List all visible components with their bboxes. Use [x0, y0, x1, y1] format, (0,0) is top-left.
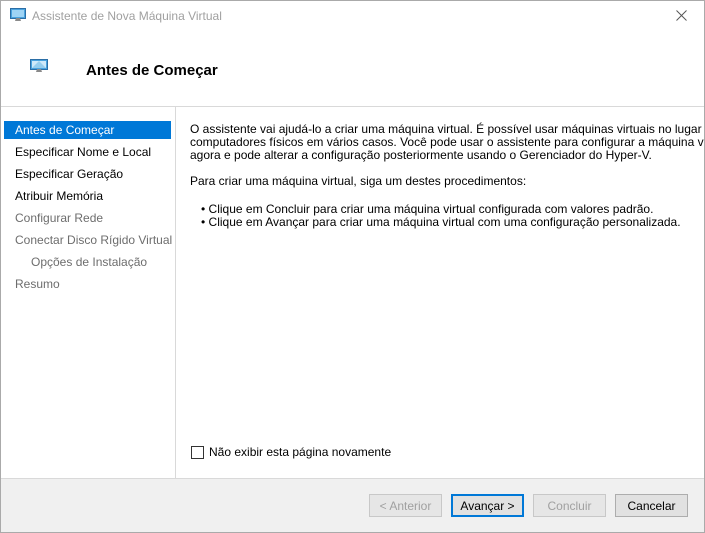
- step-configurar-rede[interactable]: Configurar Rede: [4, 209, 171, 227]
- button-bar: < Anterior Avançar > Concluir Cancelar: [1, 478, 704, 532]
- window-title: Assistente de Nova Máquina Virtual: [32, 9, 222, 23]
- step-conectar-disco-rigido-virtual[interactable]: Conectar Disco Rígido Virtual: [4, 231, 172, 249]
- procedure-list: • Clique em Concluir para criar uma máqu…: [201, 203, 691, 229]
- close-icon: [676, 10, 687, 21]
- previous-button[interactable]: < Anterior: [369, 494, 442, 517]
- step-atribuir-memoria[interactable]: Atribuir Memória: [4, 187, 171, 205]
- wizard-body: Antes de Começar Especificar Nome e Loca…: [1, 106, 704, 479]
- virtual-machine-icon: [10, 8, 26, 22]
- virtual-machine-icon: [30, 59, 48, 73]
- step-especificar-geracao[interactable]: Especificar Geração: [4, 165, 171, 183]
- page-header: Antes de Começar: [1, 32, 704, 106]
- procedure-item-next: • Clique em Avançar para criar uma máqui…: [201, 215, 681, 229]
- page-title: Antes de Começar: [86, 62, 218, 79]
- step-opcoes-de-instalacao[interactable]: Opções de Instalação: [4, 253, 171, 271]
- wizard-steps-nav: Antes de Começar Especificar Nome e Loca…: [1, 107, 176, 479]
- wizard-window: Assistente de Nova Máquina Virtual Antes…: [0, 0, 705, 533]
- intro-paragraph: O assistente vai ajudá-lo a criar uma má…: [190, 123, 704, 162]
- close-button[interactable]: [660, 1, 704, 31]
- do-not-show-again-label[interactable]: Não exibir esta página novamente: [209, 445, 391, 459]
- finish-button[interactable]: Concluir: [533, 494, 606, 517]
- title-bar: Assistente de Nova Máquina Virtual: [1, 1, 704, 32]
- next-button[interactable]: Avançar >: [451, 494, 524, 517]
- cancel-button[interactable]: Cancelar: [615, 494, 688, 517]
- step-especificar-nome-e-local[interactable]: Especificar Nome e Local: [4, 143, 171, 161]
- step-resumo[interactable]: Resumo: [4, 275, 171, 293]
- intro-line-3: agora e pode alterar a configuração post…: [190, 148, 652, 162]
- procedure-intro: Para criar uma máquina virtual, siga um …: [190, 174, 527, 188]
- step-antes-de-comecar[interactable]: Antes de Começar: [4, 121, 171, 139]
- do-not-show-again-checkbox[interactable]: [191, 446, 204, 459]
